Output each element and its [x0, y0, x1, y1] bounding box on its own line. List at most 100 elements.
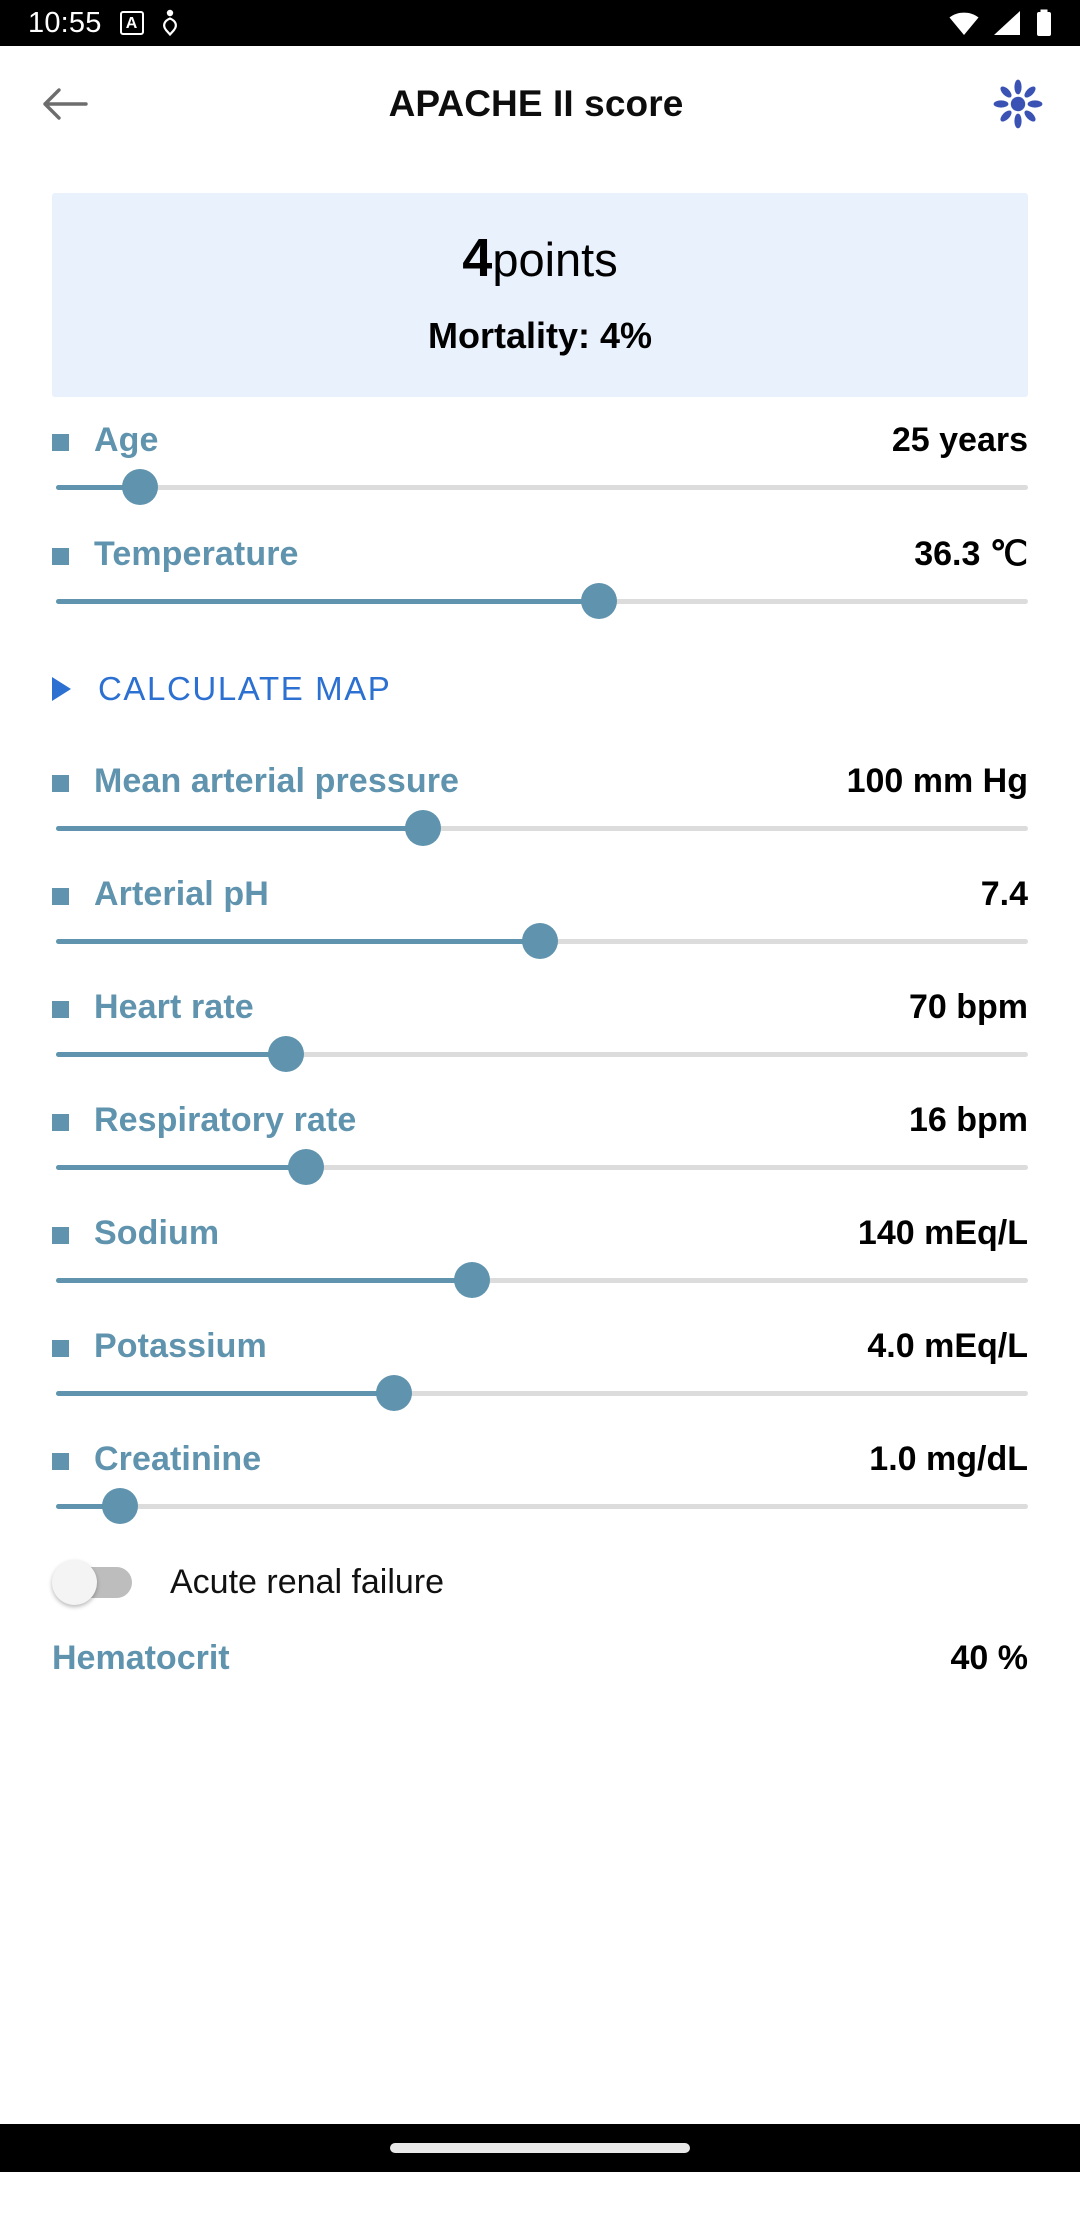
- slider-track-active: [56, 826, 427, 832]
- slider-group-top: Age 25 years Temperature 36.3 ℃: [0, 397, 1080, 624]
- slider-track-inactive: [56, 485, 1028, 491]
- slider-creatinine[interactable]: [52, 1483, 1028, 1529]
- score-result-card: 4points Mortality: 4%: [52, 193, 1028, 398]
- slider-sodium[interactable]: [52, 1257, 1028, 1303]
- slider-label: Sodium: [94, 1214, 220, 1253]
- slider-arterial-ph[interactable]: [52, 918, 1028, 964]
- slider-value: 4.0 mEq/L: [867, 1327, 1028, 1366]
- acute-renal-failure-row[interactable]: Acute renal failure: [0, 1529, 1080, 1617]
- slider-respiratory-rate[interactable]: [52, 1144, 1028, 1190]
- bullet-square-icon: [52, 547, 69, 565]
- slider-track-active: [56, 599, 603, 605]
- heart-activity-icon: [162, 9, 177, 37]
- slider-thumb[interactable]: [268, 1036, 305, 1073]
- slider-track-active: [56, 1278, 476, 1284]
- slider-row-arterial-ph[interactable]: Arterial pH 7.4: [0, 851, 1080, 964]
- slider-mean-arterial-pressure[interactable]: [52, 805, 1028, 851]
- slider-header: Age 25 years: [52, 421, 1028, 464]
- score-mortality: Mortality: 4%: [427, 315, 653, 357]
- slider-track-inactive: [56, 1504, 1028, 1510]
- flower-sparkle-icon: [993, 79, 1043, 129]
- home-gesture-pill[interactable]: [390, 2143, 690, 2153]
- slider-label: Heart rate: [94, 988, 254, 1027]
- slider-value: 140 mEq/L: [857, 1214, 1028, 1253]
- slider-thumb[interactable]: [580, 583, 617, 620]
- bullet-square-icon: [52, 434, 69, 452]
- toggle-knob: [52, 1560, 97, 1606]
- navigation-bar: [0, 2124, 1080, 2172]
- slider-value: 1.0 mg/dL: [869, 1440, 1028, 1479]
- slider-row-potassium[interactable]: Potassium 4.0 mEq/L: [0, 1303, 1080, 1416]
- slider-row-temperature[interactable]: Temperature 36.3 ℃: [0, 510, 1080, 624]
- acute-renal-failure-toggle[interactable]: [52, 1559, 136, 1606]
- slider-header: Creatinine 1.0 mg/dL: [52, 1440, 1028, 1483]
- slider-row-respiratory-rate[interactable]: Respiratory rate 16 bpm: [0, 1077, 1080, 1190]
- flower-action-button[interactable]: [986, 72, 1050, 136]
- slider-label: Arterial pH: [94, 875, 269, 914]
- slider-age[interactable]: [52, 464, 1028, 510]
- slider-value: 16 bpm: [908, 1101, 1028, 1140]
- slider-thumb[interactable]: [102, 1488, 139, 1525]
- bullet-square-icon: [52, 775, 69, 793]
- triangle-right-icon: [52, 677, 71, 702]
- slider-header: Respiratory rate 16 bpm: [52, 1101, 1028, 1144]
- score-points-line: 4points: [52, 227, 1028, 289]
- slider-track-active: [56, 1052, 291, 1058]
- slider-value: 7.4: [980, 875, 1028, 914]
- status-bar-system-icons: [948, 8, 1054, 38]
- slider-thumb[interactable]: [404, 810, 441, 847]
- slider-header: Mean arterial pressure 100 mm Hg: [52, 762, 1028, 805]
- slider-header: Heart rate 70 bpm: [52, 988, 1028, 1031]
- bullet-square-icon: [52, 888, 69, 906]
- slider-track-active: [56, 1391, 398, 1397]
- slider-row-heart-rate[interactable]: Heart rate 70 bpm: [0, 964, 1080, 1077]
- back-arrow-icon: [43, 88, 88, 120]
- slider-header: Sodium 140 mEq/L: [52, 1214, 1028, 1257]
- slider-value: 25 years: [891, 421, 1028, 460]
- bullet-square-icon: [52, 1340, 69, 1358]
- bullet-square-icon: [52, 1453, 69, 1471]
- slider-header: Temperature 36.3 ℃: [52, 534, 1028, 578]
- slider-row-mean-arterial-pressure[interactable]: Mean arterial pressure 100 mm Hg: [0, 738, 1080, 851]
- slider-row-creatinine[interactable]: Creatinine 1.0 mg/dL: [0, 1416, 1080, 1529]
- slider-thumb[interactable]: [375, 1375, 412, 1412]
- slider-potassium[interactable]: [52, 1370, 1028, 1416]
- slider-label: Respiratory rate: [94, 1101, 357, 1140]
- wifi-icon: [949, 12, 979, 35]
- slider-value: 36.3 ℃: [914, 535, 1028, 574]
- slider-track-active: [56, 939, 544, 945]
- calculate-map-label: CALCULATE MAP: [98, 670, 392, 708]
- slider-row-hematocrit[interactable]: Hematocrit 40 %: [0, 1617, 1080, 1678]
- score-points-value: 4: [462, 228, 493, 288]
- status-bar: 10:55 A: [0, 0, 1080, 46]
- slider-thumb[interactable]: [121, 469, 158, 506]
- acute-renal-failure-label: Acute renal failure: [170, 1562, 445, 1601]
- slider-row-sodium[interactable]: Sodium 140 mEq/L: [0, 1190, 1080, 1303]
- page-title: APACHE II score: [388, 83, 684, 124]
- slider-value: 40 %: [950, 1639, 1029, 1678]
- slider-value: 100 mm Hg: [846, 762, 1028, 801]
- score-points-label: points: [492, 233, 618, 286]
- app-bar: APACHE II score: [0, 46, 1080, 162]
- app-badge-icon: A: [119, 11, 144, 35]
- slider-label: Creatinine: [94, 1440, 262, 1479]
- status-bar-clock: 10:55: [28, 6, 102, 39]
- bullet-square-icon: [52, 1227, 69, 1245]
- slider-thumb[interactable]: [453, 1262, 490, 1299]
- bullet-square-icon: [52, 1001, 69, 1019]
- status-bar-notification-icons: A: [119, 9, 180, 37]
- slider-label: Age: [94, 421, 159, 460]
- slider-heart-rate[interactable]: [52, 1031, 1028, 1077]
- scroll-content[interactable]: 4points Mortality: 4% Age 25 years Tempe…: [0, 162, 1080, 2172]
- slider-value: 70 bpm: [908, 988, 1028, 1027]
- slider-thumb[interactable]: [287, 1149, 324, 1186]
- slider-header: Potassium 4.0 mEq/L: [52, 1327, 1028, 1370]
- slider-label: Potassium: [94, 1327, 267, 1366]
- slider-track-active: [56, 1165, 310, 1171]
- slider-temperature[interactable]: [52, 578, 1028, 624]
- calculate-map-expander[interactable]: CALCULATE MAP: [0, 624, 1080, 738]
- slider-thumb[interactable]: [522, 923, 558, 960]
- slider-row-age[interactable]: Age 25 years: [0, 397, 1080, 510]
- cellular-signal-icon: [994, 11, 1020, 35]
- slider-header: Arterial pH 7.4: [52, 875, 1028, 918]
